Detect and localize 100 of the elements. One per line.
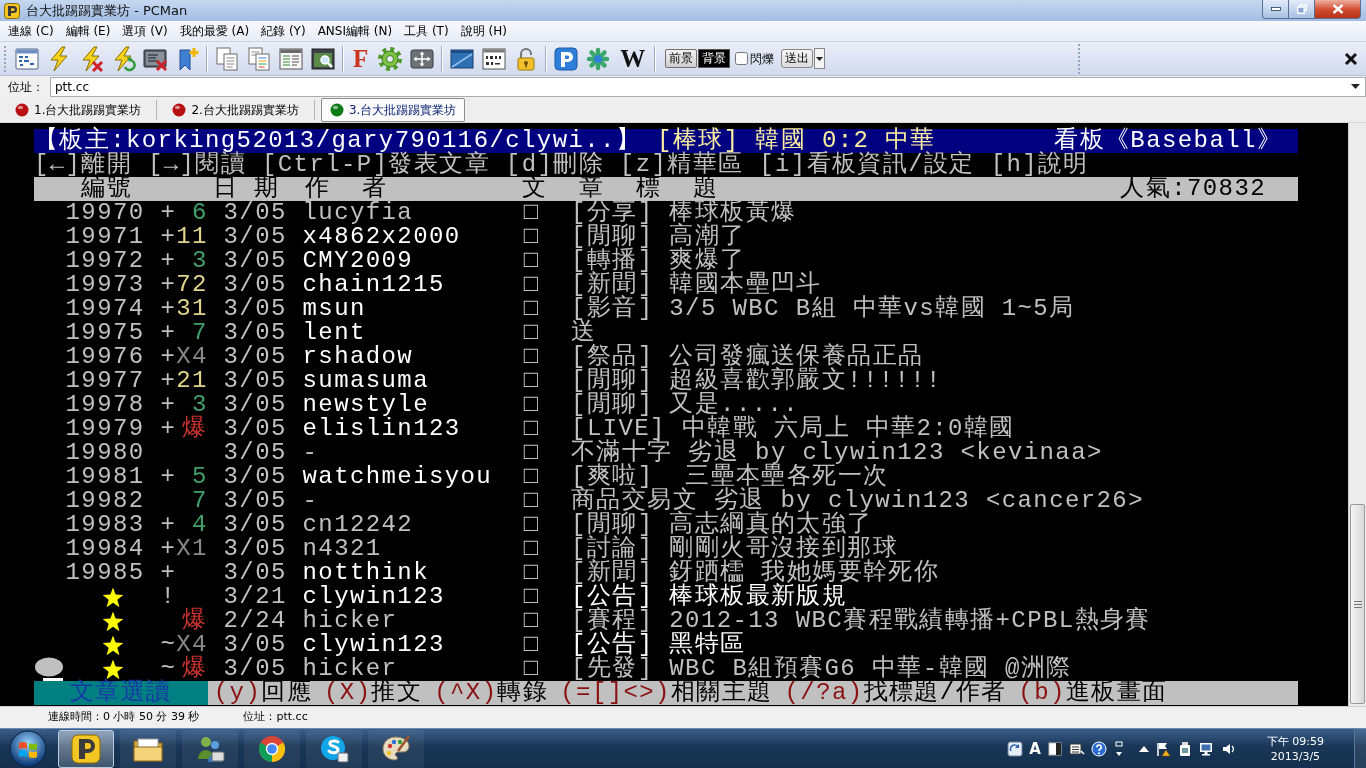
window-list-icon[interactable] <box>14 45 40 72</box>
post-date: 3/21 <box>223 585 287 609</box>
taskbar-button[interactable] <box>120 729 176 768</box>
hotkey-label: 進板畫面 <box>1065 681 1168 705</box>
hotkey-text: (b) <box>1018 681 1066 705</box>
taskbar-button[interactable] <box>182 729 238 768</box>
app-logo-icon <box>70 732 102 765</box>
post-date: 3/05 <box>223 249 287 273</box>
post-type-mark: □ <box>523 465 540 489</box>
post-author: watchmeisyou <box>302 465 493 489</box>
half-square-icon[interactable] <box>1046 740 1063 757</box>
toolbar-letter-button[interactable]: F <box>353 45 369 72</box>
menu-item[interactable]: ANSI編輯 (N) <box>311 21 399 41</box>
push-count: 72 <box>176 273 208 297</box>
close-button[interactable] <box>1315 0 1361 19</box>
scrollbar-track[interactable] <box>1348 123 1366 706</box>
taskbar-button[interactable] <box>368 729 424 768</box>
menu-item[interactable]: 紀錄 (Y) <box>255 21 312 41</box>
caret-icon <box>816 56 824 61</box>
push-count: X1 <box>176 537 208 561</box>
taskbar-button[interactable] <box>58 729 114 768</box>
menu-item[interactable]: 連線 (C) <box>2 21 60 41</box>
minimize-button[interactable] <box>1262 0 1289 19</box>
read-mark: + <box>160 393 177 417</box>
toolbar-letter-button[interactable]: W <box>620 45 646 72</box>
app-logo-icon[interactable] <box>553 45 580 72</box>
taskbar-button[interactable] <box>306 729 362 768</box>
close-icon <box>1331 4 1344 14</box>
clock-time[interactable]: 下午 09:59 <box>1266 733 1324 749</box>
post-number: 19975 <box>65 321 145 345</box>
help-line: [←]離開 [→]閱讀 [Ctrl-P]發表文章 [d]刪除 [z]精華區 [i]看板資訊/設定 [h]說明 <box>34 151 1089 178</box>
push-count: X4 <box>176 345 208 369</box>
star-icon <box>102 610 124 632</box>
caret-up-icon[interactable] <box>1138 744 1149 753</box>
post-date: 3/05 <box>223 225 287 249</box>
connection-time: 連線時間：0 小時 50 分 39 秒 <box>48 709 200 726</box>
flower-icon[interactable] <box>585 45 612 72</box>
post-type-mark: □ <box>523 369 540 393</box>
tab[interactable]: 3.台大批踢踢實業坊 <box>320 97 466 122</box>
post-number: 19971 <box>65 225 145 249</box>
menu-item[interactable]: 工具 (T) <box>398 21 455 41</box>
post-author: lent <box>302 321 366 345</box>
taskbar-button[interactable] <box>244 729 300 768</box>
close-icon[interactable] <box>1344 51 1358 66</box>
read-mark: + <box>160 225 177 249</box>
foreground-button[interactable]: 前景 <box>665 49 698 68</box>
column-heading: 日 期 <box>213 177 280 201</box>
post-type-mark: □ <box>523 273 540 297</box>
post-author: chain1215 <box>302 273 445 297</box>
menu-item[interactable]: 我的最愛 (A) <box>173 21 256 41</box>
gear-icon[interactable] <box>377 45 404 72</box>
post-author: elislin123 <box>302 417 461 441</box>
help-icon[interactable] <box>1090 740 1107 757</box>
refresh-icon[interactable] <box>1007 740 1024 757</box>
post-author: newstyle <box>302 393 429 417</box>
post-number: 19983 <box>65 513 145 537</box>
menu-item[interactable]: 說明 (H) <box>454 21 513 41</box>
symbol-window-icon[interactable] <box>481 45 508 72</box>
post-date: 3/05 <box>223 345 287 369</box>
post-author: hicker <box>302 657 398 681</box>
tab[interactable]: 1.台大批踢踢實業坊 <box>6 97 151 122</box>
list-pen-icon[interactable] <box>1068 740 1085 757</box>
window-search-icon[interactable] <box>310 45 336 72</box>
background-button[interactable]: 背景 <box>698 49 731 68</box>
post-number: 19974 <box>65 297 145 321</box>
restore-button[interactable] <box>1289 0 1315 19</box>
tab[interactable]: 2.台大批踢踢實業坊 <box>163 97 308 122</box>
blink-checkbox[interactable] <box>735 52 749 65</box>
show-desktop-button[interactable] <box>1354 729 1366 768</box>
menu-item[interactable]: 選項 (V) <box>116 21 174 41</box>
scrollbar-thumb[interactable] <box>1350 504 1365 704</box>
post-number: 19984 <box>65 537 145 561</box>
post-date: 3/05 <box>223 201 287 225</box>
post-date: 3/05 <box>223 561 287 585</box>
post-type-mark: □ <box>523 609 540 633</box>
post-author: msun <box>302 297 366 321</box>
push-count: 31 <box>176 297 208 321</box>
read-mark: + <box>160 249 177 273</box>
send-button[interactable]: 送出 <box>781 49 814 68</box>
read-mark: + <box>160 417 177 441</box>
start-orb-icon[interactable] <box>8 729 48 768</box>
post-number: 19979 <box>65 417 145 441</box>
dropdown-button[interactable] <box>814 48 826 69</box>
window-text-icon[interactable] <box>278 45 304 72</box>
clock-date[interactable]: 2013/3/5 <box>1266 748 1324 764</box>
post-type-mark: □ <box>523 345 540 369</box>
network-icon[interactable] <box>1198 740 1215 757</box>
post-number: 19970 <box>65 201 145 225</box>
post-type-mark: □ <box>523 585 540 609</box>
restore-icon <box>1296 4 1307 14</box>
flag-warning-icon[interactable] <box>1154 740 1171 757</box>
ime-indicator[interactable]: A <box>1029 740 1041 757</box>
read-mark: + <box>160 273 177 297</box>
post-date: 3/05 <box>223 489 287 513</box>
menu-item[interactable]: 編輯 (E) <box>59 21 117 41</box>
post-author: CMY2009 <box>302 249 414 273</box>
post-author: clywin123 <box>302 633 445 657</box>
post-author: rshadow <box>302 345 414 369</box>
small-arrows-icon[interactable] <box>1112 740 1125 757</box>
star-icon <box>102 586 124 608</box>
